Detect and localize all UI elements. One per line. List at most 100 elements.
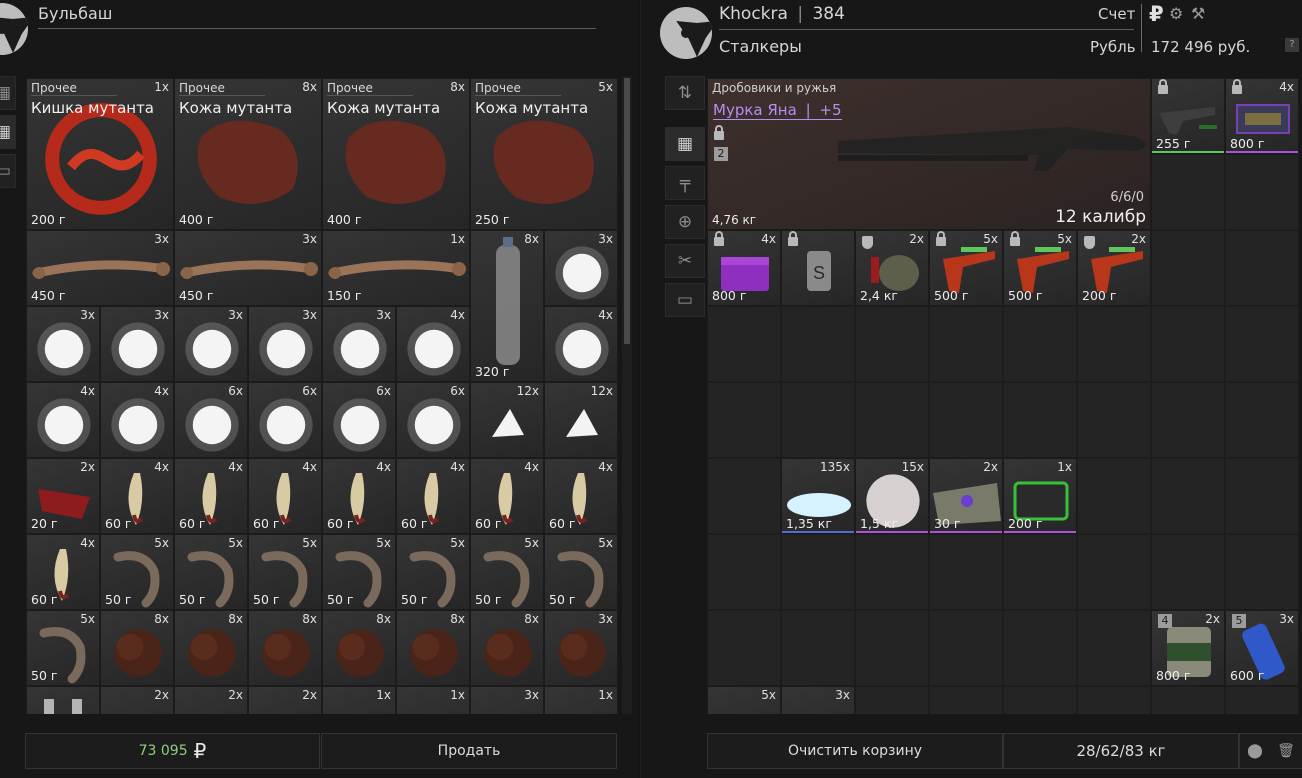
inventory-item[interactable]: 4x 60 г — [100, 458, 174, 534]
inventory-item[interactable]: 8x — [100, 610, 174, 686]
inventory-item[interactable]: 4x 60 г — [470, 458, 544, 534]
inventory-item[interactable]: 3x 600 г 5 — [1225, 610, 1299, 686]
inventory-item[interactable]: 8x — [248, 610, 322, 686]
weapon-item[interactable]: Дробовики и ружья Мурка Яна | +5 2 4,76 … — [707, 78, 1151, 230]
inventory-item[interactable]: 3x 450 г — [26, 230, 174, 306]
inventory-item[interactable]: 1x — [544, 686, 618, 714]
inventory-item[interactable]: S — [781, 230, 855, 306]
inventory-item[interactable]: 3x — [781, 686, 855, 714]
empty-slot[interactable] — [1151, 230, 1225, 306]
empty-slot[interactable] — [929, 306, 1003, 382]
inventory-item[interactable]: 2x 800 г 4 — [1151, 610, 1225, 686]
inventory-item[interactable]: 3x — [544, 610, 618, 686]
inventory-item[interactable]: 8x — [396, 610, 470, 686]
inventory-item[interactable]: 2x — [174, 686, 248, 714]
empty-slot[interactable] — [855, 306, 929, 382]
inventory-item[interactable]: 4x 60 г — [322, 458, 396, 534]
inventory-item[interactable]: 5x 50 г — [100, 534, 174, 610]
inventory-item[interactable]: 8x — [470, 610, 544, 686]
empty-slot[interactable] — [1077, 306, 1151, 382]
inventory-item[interactable]: 5x 50 г — [322, 534, 396, 610]
inventory-item[interactable]: 255 г — [1151, 78, 1225, 154]
empty-slot[interactable] — [929, 686, 1003, 714]
empty-slot[interactable] — [855, 610, 929, 686]
empty-slot[interactable] — [1077, 382, 1151, 458]
empty-slot[interactable] — [1151, 534, 1225, 610]
inventory-item[interactable]: 3x — [100, 306, 174, 382]
inventory-item[interactable]: 1x 150 г — [322, 230, 470, 306]
inventory-item[interactable]: 5x 50 г — [248, 534, 322, 610]
inventory-item[interactable]: 2x 30 г — [929, 458, 1003, 534]
empty-slot[interactable] — [1151, 686, 1225, 714]
left-scroll-thumb[interactable] — [624, 78, 630, 344]
left-scrollbar[interactable] — [622, 76, 632, 714]
empty-slot[interactable] — [707, 382, 781, 458]
empty-slot[interactable] — [781, 382, 855, 458]
empty-slot[interactable] — [1225, 534, 1299, 610]
inventory-item[interactable]: 4x — [26, 382, 100, 458]
sell-button[interactable]: Продать — [321, 733, 617, 769]
inventory-item[interactable]: 4x 60 г — [396, 458, 470, 534]
empty-slot[interactable] — [781, 306, 855, 382]
empty-slot[interactable] — [707, 610, 781, 686]
empty-slot[interactable] — [929, 382, 1003, 458]
inventory-item[interactable]: 2x 200 г — [1077, 230, 1151, 306]
empty-slot[interactable] — [1003, 686, 1077, 714]
inventory-item[interactable]: 6x — [174, 382, 248, 458]
empty-slot[interactable] — [929, 610, 1003, 686]
inventory-item[interactable]: 4x — [544, 306, 618, 382]
inventory-item[interactable]: Прочее Кожа мутанта 8x 400 г — [174, 78, 322, 230]
empty-slot[interactable] — [1225, 306, 1299, 382]
weight-icon[interactable]: ⬤ — [1247, 743, 1263, 759]
inventory-item[interactable]: 4x 800 г — [707, 230, 781, 306]
inventory-item[interactable]: 3x — [26, 306, 100, 382]
inventory-item[interactable]: Прочее Кишка мутанта 1x 200 г — [26, 78, 174, 230]
inventory-item[interactable]: 3x 450 г — [174, 230, 322, 306]
inventory-item[interactable]: 1x — [322, 686, 396, 714]
empty-slot[interactable] — [707, 306, 781, 382]
empty-slot[interactable] — [929, 534, 1003, 610]
empty-slot[interactable] — [1077, 534, 1151, 610]
inventory-item[interactable]: 12x — [470, 382, 544, 458]
inventory-item[interactable]: 8x — [174, 610, 248, 686]
inventory-item[interactable]: 3x — [174, 306, 248, 382]
empty-slot[interactable] — [707, 458, 781, 534]
inventory-item[interactable]: 5x 50 г — [470, 534, 544, 610]
inventory-item[interactable]: 6x — [248, 382, 322, 458]
inventory-item[interactable]: 2x 2,4 кг — [855, 230, 929, 306]
inventory-item[interactable]: 3x — [248, 306, 322, 382]
empty-slot[interactable] — [1225, 230, 1299, 306]
empty-slot[interactable] — [855, 534, 929, 610]
inventory-item[interactable]: 4x — [396, 306, 470, 382]
clear-cart-button[interactable]: Очистить корзину — [707, 733, 1003, 769]
inventory-item[interactable]: 15x 1,5 кг — [855, 458, 929, 534]
inventory-item[interactable]: 3x — [470, 686, 544, 714]
trash-icon[interactable]: 🗑 — [1277, 743, 1295, 759]
inventory-item[interactable]: 4x 60 г — [544, 458, 618, 534]
empty-slot[interactable] — [1225, 382, 1299, 458]
inventory-item[interactable]: 4x 60 г — [248, 458, 322, 534]
empty-slot[interactable] — [1225, 154, 1299, 230]
empty-slot[interactable] — [855, 382, 929, 458]
empty-slot[interactable] — [781, 610, 855, 686]
empty-slot[interactable] — [1077, 458, 1151, 534]
inventory-item[interactable]: 6x — [322, 382, 396, 458]
inventory-item[interactable]: 5x 50 г — [544, 534, 618, 610]
inventory-item[interactable]: 12x — [544, 382, 618, 458]
inventory-item[interactable]: 5x 50 г — [174, 534, 248, 610]
empty-slot[interactable] — [855, 686, 929, 714]
empty-slot[interactable] — [1003, 306, 1077, 382]
inventory-item[interactable]: 6x — [396, 382, 470, 458]
inventory-item[interactable]: 4x 60 г — [26, 534, 100, 610]
empty-slot[interactable] — [1077, 610, 1151, 686]
empty-slot[interactable] — [1151, 458, 1225, 534]
empty-slot[interactable] — [781, 534, 855, 610]
empty-slot[interactable] — [1151, 382, 1225, 458]
inventory-item[interactable]: 4x 800 г — [1225, 78, 1299, 154]
empty-slot[interactable] — [1003, 610, 1077, 686]
inventory-item[interactable]: 2x 20 г — [26, 458, 100, 534]
inventory-item[interactable]: 8x — [322, 610, 396, 686]
empty-slot[interactable] — [707, 534, 781, 610]
inventory-item[interactable]: 4x 60 г — [174, 458, 248, 534]
inventory-item[interactable]: 2x — [248, 686, 322, 714]
